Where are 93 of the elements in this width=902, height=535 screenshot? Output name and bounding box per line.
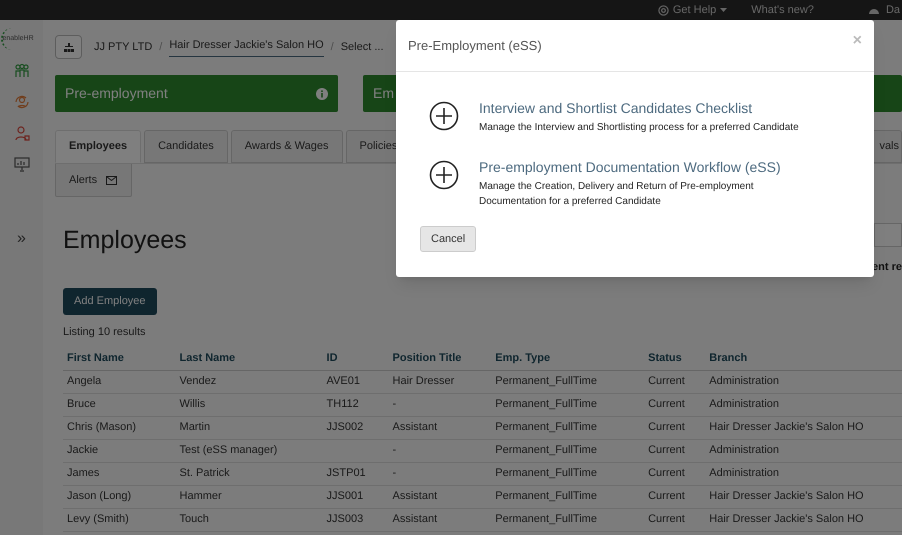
person-cycle-icon[interactable] bbox=[14, 94, 30, 110]
org-chart-icon bbox=[64, 42, 74, 52]
table-cell: - bbox=[388, 393, 492, 416]
table-cell: Vendez bbox=[176, 370, 323, 393]
table-cell: Permanent_FullTime bbox=[491, 370, 644, 393]
result-count: Listing 10 results bbox=[63, 324, 147, 340]
table-cell: JJS003 bbox=[322, 508, 389, 531]
help-menu[interactable]: Get Help bbox=[658, 2, 728, 18]
table-cell: Hair Dresser Jackie's Salon HO bbox=[705, 416, 902, 439]
breadcrumb-item[interactable]: JJ PTY LTD bbox=[94, 38, 152, 56]
presentation-icon[interactable] bbox=[14, 156, 30, 172]
table-cell: TH112 bbox=[322, 393, 389, 416]
option-link[interactable]: Interview and Shortlist Candidates Checklist bbox=[479, 98, 809, 119]
table-cell: Permanent_FullTime bbox=[491, 462, 644, 485]
info-icon[interactable] bbox=[316, 88, 328, 100]
table-cell: Willis bbox=[176, 393, 323, 416]
add-employee-button[interactable]: Add Employee bbox=[63, 288, 157, 314]
table-cell: Hammer bbox=[176, 485, 323, 508]
table-cell: Hair Dresser Jackie's Salon HO bbox=[705, 485, 902, 508]
table-cell: Touch bbox=[176, 508, 323, 531]
table-cell: James bbox=[63, 462, 176, 485]
table-cell: Administration bbox=[705, 439, 902, 462]
table-cell: Levy (Smith) bbox=[63, 508, 176, 531]
tab[interactable]: Alerts bbox=[55, 164, 132, 197]
option-description: Manage the Interview and Shortlisting process for a preferred Candidate bbox=[479, 121, 800, 135]
column-header[interactable]: First Name bbox=[63, 346, 176, 370]
table-cell: St. Patrick bbox=[176, 462, 323, 485]
table-cell: Test (eSS manager) bbox=[176, 439, 323, 462]
table-cell: Permanent_FullTime bbox=[491, 485, 644, 508]
mail-icon bbox=[106, 176, 118, 184]
whats-new-link[interactable]: What's new? bbox=[751, 2, 814, 18]
person-icon[interactable] bbox=[14, 125, 30, 141]
table-cell: JJS001 bbox=[322, 485, 389, 508]
add-circle-icon[interactable] bbox=[429, 101, 459, 131]
table-cell: Hair Dresser bbox=[388, 370, 492, 393]
table-cell: Current bbox=[644, 439, 706, 462]
table-cell: Angela bbox=[63, 370, 176, 393]
card-title: Pre-employment bbox=[65, 84, 168, 103]
column-header[interactable]: Status bbox=[644, 346, 706, 370]
table-cell: Permanent_FullTime bbox=[491, 508, 644, 531]
table-cell: Current bbox=[644, 370, 706, 393]
breadcrumb-link[interactable]: Hair Dresser Jackie's Salon HO bbox=[169, 37, 324, 57]
table-cell: Assistant bbox=[388, 416, 492, 439]
table-cell: Jackie bbox=[63, 439, 176, 462]
table-cell: JSTP01 bbox=[322, 462, 389, 485]
table-cell: Permanent_FullTime bbox=[491, 416, 644, 439]
column-header[interactable]: Emp. Type bbox=[491, 346, 644, 370]
org-chart-button[interactable] bbox=[55, 35, 82, 59]
column-header[interactable]: Last Name bbox=[176, 346, 323, 370]
column-header[interactable]: Position Title bbox=[388, 346, 492, 370]
option-link[interactable]: Pre-employment Documentation Workflow (eSS) bbox=[479, 157, 809, 178]
tab[interactable]: Candidates bbox=[144, 130, 228, 163]
table-cell: Current bbox=[644, 393, 706, 416]
page-title: Employees bbox=[63, 225, 187, 255]
table-cell: Bruce bbox=[63, 393, 176, 416]
table-cell: Current bbox=[644, 508, 706, 531]
table-cell: Assistant bbox=[388, 508, 492, 531]
expand-icon[interactable]: » bbox=[17, 227, 26, 251]
table-cell: AVE01 bbox=[322, 370, 389, 393]
breadcrumb-separator: / bbox=[159, 40, 162, 55]
breadcrumb-separator: / bbox=[330, 40, 334, 55]
table-cell: Administration bbox=[705, 462, 902, 485]
table-cell: Martin bbox=[176, 416, 323, 439]
table-cell: Current bbox=[644, 416, 706, 439]
table-cell: Permanent_FullTime bbox=[491, 439, 644, 462]
table-cell: Jason (Long) bbox=[63, 485, 176, 508]
tab[interactable]: Awards & Wages bbox=[230, 130, 343, 163]
summary-card[interactable]: Pre-employment bbox=[55, 75, 338, 112]
column-header[interactable]: Branch bbox=[705, 346, 902, 370]
table-cell: Current bbox=[644, 485, 706, 508]
close-button[interactable]: × bbox=[852, 32, 862, 48]
caret-icon bbox=[720, 8, 728, 12]
dialog-title: Pre-Employment (eSS) bbox=[408, 36, 542, 55]
table-cell: Chris (Mason) bbox=[63, 416, 176, 439]
table-cell: Permanent_FullTime bbox=[491, 393, 644, 416]
card-title: Em bbox=[373, 84, 394, 103]
people-icon[interactable] bbox=[14, 63, 30, 79]
table-cell: Hair Dresser Jackie's Salon HO bbox=[705, 508, 902, 531]
column-header[interactable]: ID bbox=[322, 346, 389, 370]
table-cell: Assistant bbox=[388, 485, 492, 508]
table-cell: - bbox=[388, 439, 492, 462]
table-cell: Administration bbox=[705, 370, 902, 393]
cancel-button[interactable]: Cancel bbox=[420, 226, 476, 252]
table-cell: - bbox=[388, 462, 492, 485]
table-cell: JJS002 bbox=[322, 416, 389, 439]
table-cell: Current bbox=[644, 462, 706, 485]
add-circle-icon[interactable] bbox=[429, 160, 459, 190]
option-description: Manage the Creation, Delivery and Return of Pre-employment Documentation for a preferred Candidate bbox=[479, 180, 755, 209]
table-cell: Administration bbox=[705, 393, 902, 416]
tab[interactable]: Employees bbox=[55, 130, 142, 163]
breadcrumb-item[interactable]: Select ... bbox=[340, 38, 384, 56]
search-field[interactable] bbox=[874, 223, 902, 247]
dashboard-link[interactable]: Da bbox=[868, 2, 902, 18]
